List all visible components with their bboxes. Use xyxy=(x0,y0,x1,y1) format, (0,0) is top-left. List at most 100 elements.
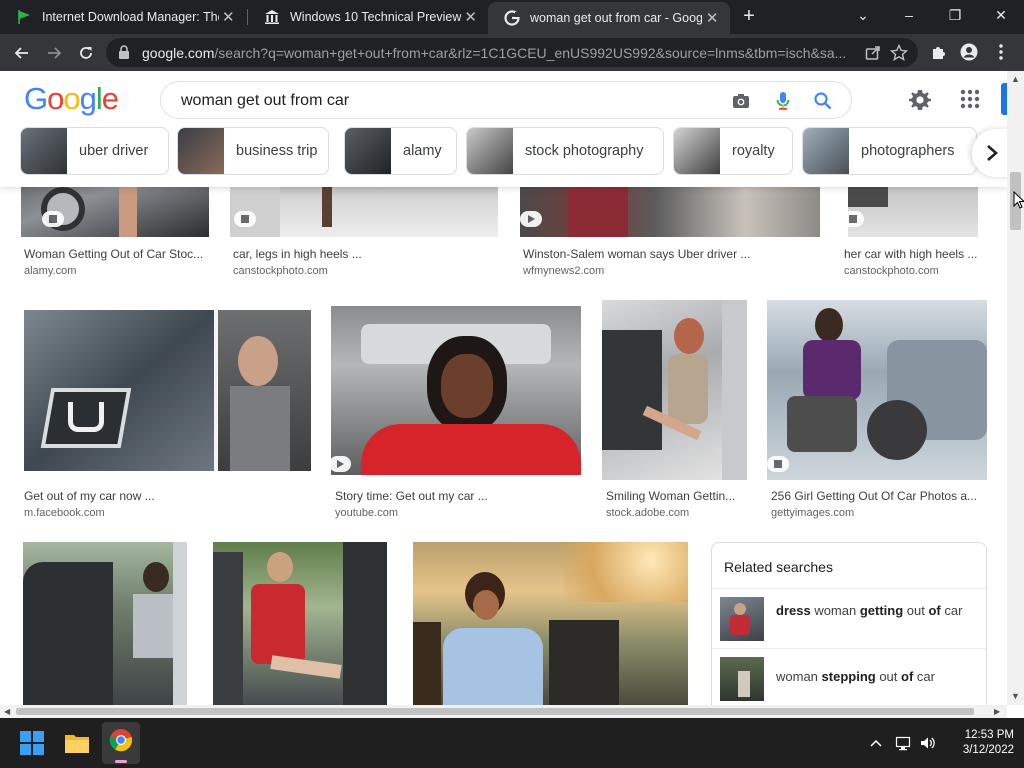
back-button[interactable] xyxy=(8,39,36,67)
scroll-left-arrow-icon[interactable]: ◀ xyxy=(4,705,10,718)
related-search-item[interactable]: dress woman getting out of car xyxy=(712,588,986,648)
image-badge-icon xyxy=(42,211,64,227)
result-image-9[interactable] xyxy=(23,542,187,705)
chevron-up-icon[interactable] xyxy=(868,735,884,751)
related-thumbnail xyxy=(720,597,764,641)
tab-idm[interactable]: Internet Download Manager: The ✕ xyxy=(0,0,246,34)
google-apps-grid-icon[interactable] xyxy=(960,89,980,109)
result-image-8[interactable] xyxy=(767,300,987,480)
chip-alamy[interactable]: alamy xyxy=(344,127,457,175)
google-logo[interactable]: Google xyxy=(24,81,119,117)
chip-uber-driver[interactable]: uber driver xyxy=(20,127,169,175)
image-badge-icon xyxy=(234,211,256,227)
result-source[interactable]: canstockphoto.com xyxy=(844,265,939,277)
scroll-down-arrow-icon[interactable]: ▼ xyxy=(1011,691,1020,701)
profile-avatar-icon[interactable] xyxy=(960,43,978,61)
microphone-icon[interactable] xyxy=(773,91,793,111)
chip-thumbnail xyxy=(21,128,67,174)
label-emphasis: getting xyxy=(859,603,904,618)
result-source[interactable]: m.facebook.com xyxy=(24,507,105,519)
url-text[interactable]: google.com/search?q=woman+get+out+from+c… xyxy=(142,45,854,61)
sign-in-button-edge[interactable] xyxy=(1001,83,1007,115)
related-searches-card: Related searches dress woman getting out… xyxy=(711,542,987,705)
search-input[interactable]: woman get out from car xyxy=(181,92,349,110)
camera-search-icon[interactable] xyxy=(731,91,751,111)
search-icon[interactable] xyxy=(813,91,833,111)
result-image-11[interactable] xyxy=(413,542,688,705)
browser-toolbar: google.com/search?q=woman+get+out+from+c… xyxy=(0,34,1024,71)
result-caption[interactable]: Woman Getting Out of Car Stoc... xyxy=(24,247,212,261)
vertical-scrollbar[interactable]: ▲ ▼ xyxy=(1007,71,1024,705)
minimize-button[interactable]: – xyxy=(886,0,932,30)
result-source[interactable]: canstockphoto.com xyxy=(233,265,328,277)
close-window-button[interactable]: ✕ xyxy=(978,0,1024,30)
forward-button[interactable] xyxy=(40,39,68,67)
chip-label: stock photography xyxy=(525,143,644,159)
chip-stock-photography[interactable]: stock photography xyxy=(466,127,664,175)
chrome-icon xyxy=(109,729,133,752)
lock-icon[interactable] xyxy=(118,45,130,59)
result-source[interactable]: wfmynews2.com xyxy=(523,265,604,277)
settings-gear-icon[interactable] xyxy=(908,88,932,112)
file-explorer-folder-icon[interactable] xyxy=(61,727,93,759)
search-box[interactable]: woman get out from car xyxy=(160,81,852,119)
tab-close-icon[interactable]: ✕ xyxy=(461,8,480,26)
tab-close-icon[interactable]: ✕ xyxy=(219,8,238,26)
star-bookmark-icon[interactable] xyxy=(890,44,908,62)
google-logo-letter: o xyxy=(63,81,80,116)
result-source[interactable]: gettyimages.com xyxy=(771,507,854,519)
label-emphasis: of xyxy=(928,603,941,618)
new-tab-button[interactable]: + xyxy=(738,5,760,27)
chevron-right-icon xyxy=(987,145,998,161)
scroll-up-arrow-icon[interactable]: ▲ xyxy=(1011,74,1020,84)
chip-thumbnail xyxy=(674,128,720,174)
result-source[interactable]: stock.adobe.com xyxy=(606,507,689,519)
result-caption[interactable]: Story time: Get out my car ... xyxy=(335,489,585,503)
horizontal-scroll-thumb[interactable] xyxy=(16,708,974,715)
chip-thumbnail xyxy=(467,128,513,174)
result-caption[interactable]: Winston-Salem woman says Uber driver ... xyxy=(523,247,823,261)
volume-icon[interactable] xyxy=(919,735,935,751)
reload-button[interactable] xyxy=(72,39,100,67)
result-image-6[interactable] xyxy=(331,306,581,475)
result-source[interactable]: youtube.com xyxy=(335,507,398,519)
result-caption[interactable]: Get out of my car now ... xyxy=(24,489,311,503)
result-source[interactable]: alamy.com xyxy=(24,265,76,277)
extensions-puzzle-icon[interactable] xyxy=(930,43,948,61)
result-image-5[interactable] xyxy=(24,310,311,471)
network-icon[interactable] xyxy=(895,735,911,751)
tab-search-button[interactable]: ⌄ xyxy=(840,0,886,30)
url-host: google.com xyxy=(142,45,215,61)
tab-windows10[interactable]: Windows 10 Technical Preview E ✕ xyxy=(248,0,488,34)
arrow-left-icon xyxy=(14,47,28,59)
tab-google-images[interactable]: woman get out from car - Googl ✕ xyxy=(488,2,730,34)
related-search-item[interactable]: woman stepping out of car xyxy=(712,648,986,705)
chip-photographers[interactable]: photographers xyxy=(802,127,977,175)
result-image-10[interactable] xyxy=(213,542,387,705)
result-caption[interactable]: Smiling Woman Gettin... xyxy=(606,489,751,503)
chip-label: business trip xyxy=(236,143,318,159)
mouse-cursor-icon xyxy=(1013,191,1024,209)
windows-start-icon[interactable] xyxy=(16,727,48,759)
tab-close-icon[interactable]: ✕ xyxy=(702,9,722,27)
result-caption[interactable]: her car with high heels ... xyxy=(844,247,984,261)
restore-button[interactable]: ❐ xyxy=(932,0,978,30)
system-clock[interactable]: 12:53 PM 3/12/2022 xyxy=(944,728,1014,758)
share-icon[interactable] xyxy=(864,44,882,62)
label-text: woman xyxy=(810,603,860,618)
result-image-7[interactable] xyxy=(602,300,747,480)
chrome-taskbar-button[interactable] xyxy=(102,722,140,764)
google-g-icon xyxy=(504,10,520,26)
address-bar[interactable]: google.com/search?q=woman+get+out+from+c… xyxy=(106,38,918,67)
result-caption[interactable]: 256 Girl Getting Out Of Car Photos a... xyxy=(771,489,985,503)
clock-time: 12:53 PM xyxy=(964,729,1014,741)
kebab-menu-icon[interactable] xyxy=(992,43,1010,61)
scroll-right-arrow-icon[interactable]: ▶ xyxy=(994,705,1000,718)
result-caption[interactable]: car, legs in high heels ... xyxy=(233,247,501,261)
chip-royalty[interactable]: royalty xyxy=(673,127,793,175)
horizontal-scrollbar[interactable]: ◀ ▶ xyxy=(0,705,1007,718)
related-searches-heading: Related searches xyxy=(724,559,833,575)
chip-label: royalty xyxy=(732,143,775,159)
related-thumbnail xyxy=(720,657,764,701)
chip-business-trip[interactable]: business trip xyxy=(177,127,329,175)
